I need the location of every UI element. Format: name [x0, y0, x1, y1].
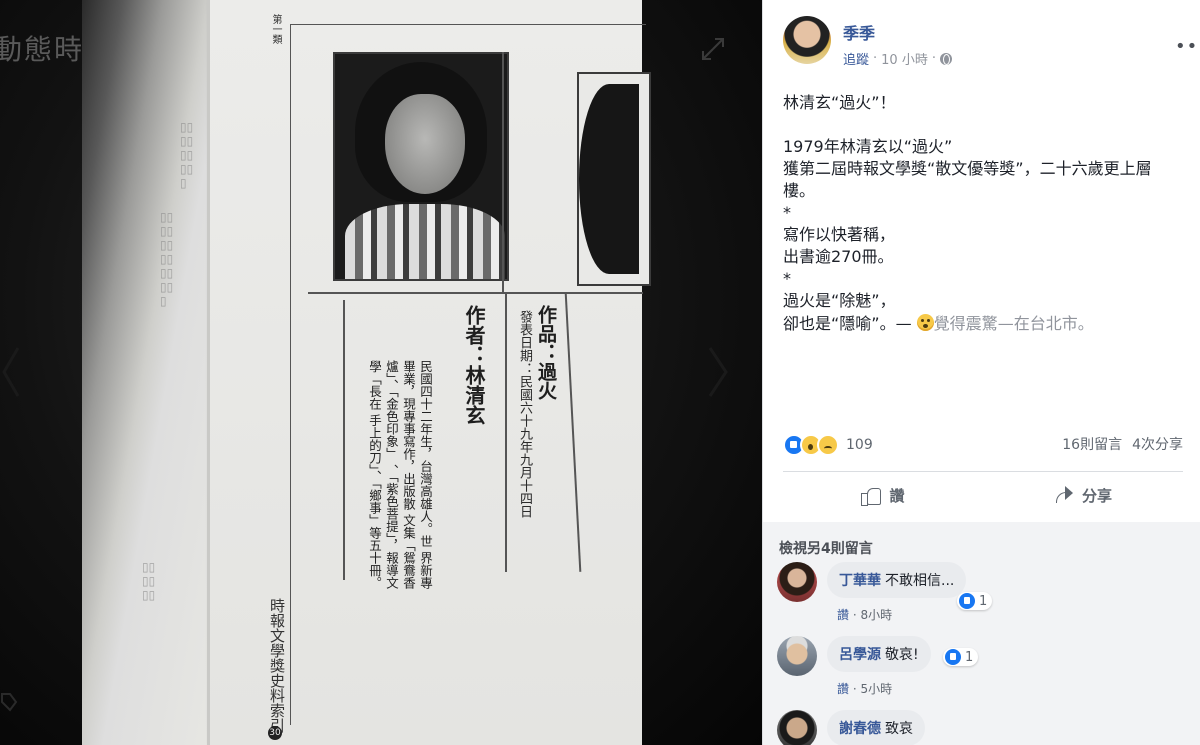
post-stats: 109 16則留言 4次分享 — [783, 434, 1183, 456]
comment-like-link[interactable]: 讚 — [837, 682, 849, 696]
thumbs-up-icon — [861, 485, 882, 506]
follow-link[interactable]: 追蹤 — [843, 49, 869, 68]
comment-text: 不敢相信... — [885, 573, 955, 589]
author-heading: 作者：林清玄 — [462, 305, 486, 425]
ghost-text: ▯▯▯▯▯▯ — [142, 560, 156, 602]
page-number: 30 — [268, 726, 282, 740]
author-bio: 民國四十二年生，台灣高雄人。世 界新專畢業，現專事寫作，出版散 文集「鴛鴦香爐」… — [366, 360, 434, 590]
comment-bubble: 丁華華 不敢相信... — [827, 562, 967, 598]
avatar[interactable] — [777, 562, 817, 602]
section-mark: 第一類 — [270, 14, 281, 44]
meta-separator: · — [852, 682, 857, 696]
share-button[interactable]: 分享 — [983, 474, 1183, 516]
comment-bubble: 謝春德 致哀 — [827, 710, 925, 745]
post-line: 獲第二屆時報文學獎“散文優等獎”，二十六歲更上層樓。 — [783, 159, 1152, 200]
post-meta: 追蹤 · 10 小時 · — [843, 49, 952, 68]
comment-reaction-count: 1 — [965, 649, 974, 665]
view-more-comments[interactable]: 檢視另4則留言 — [779, 538, 873, 558]
post-line: 寫作以快著稱， — [783, 225, 896, 244]
divider — [783, 471, 1183, 472]
divider-line — [308, 292, 643, 294]
feeling-separator: — — [997, 314, 1014, 333]
post-line: 卻也是“隱喻”。— — [783, 314, 917, 333]
comment-reactions[interactable]: 1 — [957, 592, 993, 610]
commenter-name[interactable]: 呂學源 — [839, 647, 881, 663]
comment-count[interactable]: 16則留言 — [1062, 434, 1122, 454]
divider-line — [502, 52, 504, 292]
post-line: 過火是“除魅”， — [783, 291, 896, 310]
reaction-summary[interactable]: 109 — [783, 434, 873, 456]
portrait-hair — [579, 84, 639, 274]
stats-right: 16則留言 4次分享 — [1062, 434, 1183, 454]
post-line: 出書逾270冊。 — [783, 247, 894, 266]
post-text: 林清玄“過火”！ 1979年林清玄以“過火” 獲第二屆時報文學獎“散文優等獎”，… — [783, 92, 1183, 335]
avatar[interactable] — [777, 636, 817, 676]
like-label: 讚 — [889, 486, 905, 505]
comment-text: 致哀 — [885, 721, 913, 737]
post-line: 1979年林清玄以“過火” — [783, 137, 953, 156]
ghost-text: ▯▯▯▯▯▯▯▯▯ — [180, 120, 194, 190]
avatar[interactable] — [783, 16, 831, 64]
post-time[interactable]: 10 小時 — [881, 49, 928, 68]
reaction-count: 109 — [846, 437, 873, 453]
comment-reactions[interactable]: 1 — [943, 648, 979, 666]
comment-reaction-count: 1 — [979, 593, 988, 609]
like-button[interactable]: 讚 — [783, 474, 983, 516]
footer-title: 時報文學獎史料索引 — [268, 598, 286, 733]
globe-icon[interactable] — [939, 52, 952, 65]
post-sidebar: 季季 追蹤 · 10 小時 · ••• 林清玄“過火”！ 1979年林清玄以“過… — [762, 0, 1200, 745]
meta-separator: · — [873, 51, 878, 66]
location-link[interactable]: 在台北市 — [1014, 314, 1078, 333]
meta-separator: · — [852, 608, 857, 622]
comment-bubble: 呂學源 敬哀! — [827, 636, 931, 672]
second-portrait — [577, 72, 651, 286]
comments-section: 檢視另4則留言 丁華華 不敢相信... 1 讚 · 8小時 呂學源 敬哀! 1 … — [763, 522, 1200, 745]
ghost-text: ▯▯▯▯▯▯▯▯▯▯▯▯▯ — [160, 210, 174, 308]
post-line: * — [783, 203, 791, 222]
commenter-name[interactable]: 丁華華 — [839, 573, 881, 589]
bio-line: 民國四十二年生，台灣高雄人。世 — [418, 360, 433, 548]
photo-viewer: 動態時報相片 ▯▯▯▯▯▯▯▯▯ ▯▯▯▯▯▯▯▯▯▯▯▯▯ ▯▯▯▯▯▯ 第一… — [0, 0, 762, 745]
commenter-name[interactable]: 謝春德 — [839, 721, 881, 737]
portrait-sweater — [345, 204, 505, 279]
feeling-text: 覺得震驚 — [933, 314, 998, 333]
work-heading: 作品：過火 — [535, 305, 557, 400]
feeling-end: 。 — [1077, 314, 1094, 333]
tag-icon[interactable] — [0, 692, 18, 712]
action-bar: 讚 分享 — [783, 474, 1183, 516]
like-reaction-icon — [945, 649, 961, 665]
sad-reaction-icon — [817, 434, 839, 456]
comment-like-link[interactable]: 讚 — [837, 608, 849, 622]
divider-line — [505, 292, 507, 572]
author-portrait — [333, 52, 509, 281]
post-line: * — [783, 269, 791, 288]
avatar[interactable] — [777, 710, 817, 745]
post-line-feeling: 卻也是“隱喻”。— 覺得震驚—在台北市。 — [783, 312, 1183, 335]
bio-line: 手上的刀」、「鄉事」等五十冊。 — [367, 413, 382, 589]
more-options-icon[interactable]: ••• — [1175, 36, 1200, 57]
meta-separator: · — [931, 51, 936, 66]
shocked-emoji-icon — [916, 314, 934, 331]
portrait-face — [385, 94, 465, 194]
share-icon — [1054, 486, 1074, 504]
divider-line — [343, 300, 345, 580]
share-count[interactable]: 4次分享 — [1132, 434, 1183, 454]
comment-meta: 讚 · 5小時 — [837, 680, 892, 697]
publication-date: 發表日期：民國六十九年九月十四日 — [517, 310, 532, 518]
comment-meta: 讚 · 8小時 — [837, 606, 892, 623]
expand-icon[interactable] — [700, 36, 726, 62]
comment-time[interactable]: 5小時 — [861, 682, 893, 696]
post-title-line: 林清玄“過火”！ — [783, 93, 896, 112]
comment-time[interactable]: 8小時 — [861, 608, 893, 622]
comment-text: 敬哀! — [885, 647, 919, 663]
next-photo-icon[interactable] — [704, 342, 730, 402]
author-name[interactable]: 季季 — [843, 20, 875, 44]
previous-photo-icon[interactable] — [0, 342, 22, 402]
like-reaction-icon — [959, 593, 975, 609]
share-label: 分享 — [1081, 486, 1112, 505]
post-header: 季季 追蹤 · 10 小時 · ••• — [783, 16, 1200, 70]
